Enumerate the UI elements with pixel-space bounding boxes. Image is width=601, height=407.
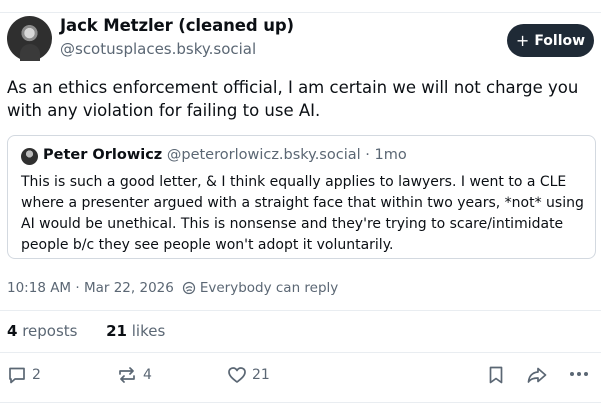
repost-icon xyxy=(116,365,138,385)
quote-meta: @peterorlowicz.bsky.social · 1mo xyxy=(166,147,407,163)
author-name[interactable]: Jack Metzler (cleaned up) xyxy=(60,16,294,35)
plus-icon: + xyxy=(515,30,530,50)
bookmark-button[interactable] xyxy=(487,365,505,385)
likes-label: likes xyxy=(131,322,166,340)
like-count: 21 xyxy=(252,367,270,383)
divider xyxy=(0,310,601,311)
engagement-stats: 4 reposts 21 likes xyxy=(7,322,165,340)
quote-avatar[interactable] xyxy=(21,148,38,165)
likes-stat[interactable]: 21 likes xyxy=(106,322,165,340)
top-divider xyxy=(0,12,601,13)
globe-reply-icon xyxy=(182,281,196,295)
bottom-divider xyxy=(0,402,601,403)
repost-count: 4 xyxy=(143,367,152,383)
repost-button[interactable]: 4 xyxy=(116,365,152,385)
reply-count: 2 xyxy=(32,367,41,383)
reply-icon xyxy=(7,365,27,385)
reply-button[interactable]: 2 xyxy=(7,365,41,385)
reposts-count: 4 xyxy=(7,322,18,340)
share-button[interactable] xyxy=(526,365,548,385)
like-icon xyxy=(227,365,247,385)
like-button[interactable]: 21 xyxy=(227,365,270,385)
post-timestamp-row: 10:18 AM · Mar 22, 2026 Everybody can re… xyxy=(7,280,338,296)
likes-count: 21 xyxy=(106,322,127,340)
avatar[interactable] xyxy=(7,16,52,61)
share-icon xyxy=(526,365,548,385)
quote-text: This is such a good letter, & I think eq… xyxy=(21,174,584,253)
quoted-post[interactable]: Peter Orlowicz @peterorlowicz.bsky.socia… xyxy=(7,135,596,259)
follow-label: Follow xyxy=(534,32,586,49)
more-options-button[interactable] xyxy=(568,367,590,381)
quote-header: Peter Orlowicz @peterorlowicz.bsky.socia… xyxy=(43,147,407,163)
reposts-stat[interactable]: 4 reposts xyxy=(7,322,78,340)
post-text: As an ethics enforcement official, I am … xyxy=(7,78,579,120)
follow-button[interactable]: + Follow xyxy=(507,24,594,57)
reply-setting: Everybody can reply xyxy=(199,280,339,296)
action-bar: 2 4 21 xyxy=(0,365,601,393)
divider xyxy=(0,352,601,353)
more-icon xyxy=(568,367,590,381)
post-timestamp[interactable]: 10:18 AM · Mar 22, 2026 xyxy=(7,280,174,296)
reposts-label: reposts xyxy=(22,322,78,340)
quote-author-name[interactable]: Peter Orlowicz xyxy=(43,147,162,163)
bookmark-icon xyxy=(487,365,505,385)
author-handle[interactable]: @scotusplaces.bsky.social xyxy=(60,40,256,58)
